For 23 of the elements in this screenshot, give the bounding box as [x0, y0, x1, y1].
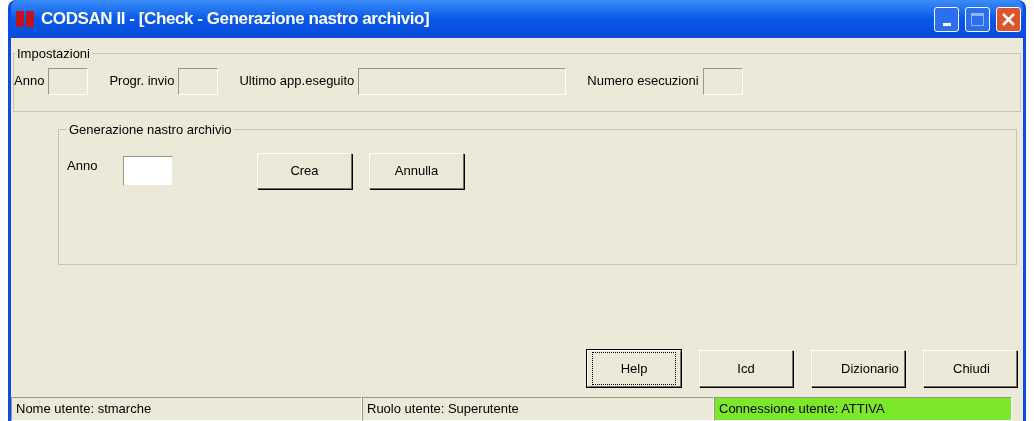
action-button[interactable]: Annulla: [369, 152, 464, 189]
dialog-button[interactable]: Icd: [699, 350, 793, 387]
minimize-button[interactable]: [934, 6, 959, 32]
status-panel: Ruolo utente: Superutente: [362, 397, 714, 421]
group-title: Impostazioni: [16, 45, 91, 63]
action-button[interactable]: Crea: [257, 152, 352, 189]
input-field[interactable]: [123, 155, 173, 186]
field-label: Numero esecuzioni: [587, 72, 699, 91]
close-button[interactable]: [996, 6, 1021, 32]
dialog-button[interactable]: Dizionario: [811, 350, 905, 387]
maximize-button[interactable]: [965, 6, 990, 32]
dialog-button[interactable]: Chiudi: [923, 350, 1017, 387]
app-icon: [15, 9, 35, 29]
status-panel: Connessione utente: ATTIVA: [714, 397, 1012, 421]
dialog-button[interactable]: Help: [587, 350, 681, 387]
field-label: Progr. invio: [109, 72, 175, 91]
group-title: Generazione nastro archivio: [68, 121, 233, 139]
field-label: Ultimo app.eseguito: [239, 72, 355, 91]
window-title: CODSAN II - [Check - Generazione nastro archivio]: [41, 8, 430, 31]
field-label: Anno: [67, 156, 99, 175]
status-panel: Nome utente: stmarche: [11, 397, 362, 421]
close-icon: [1001, 11, 1016, 27]
field-label: Anno: [14, 72, 45, 91]
